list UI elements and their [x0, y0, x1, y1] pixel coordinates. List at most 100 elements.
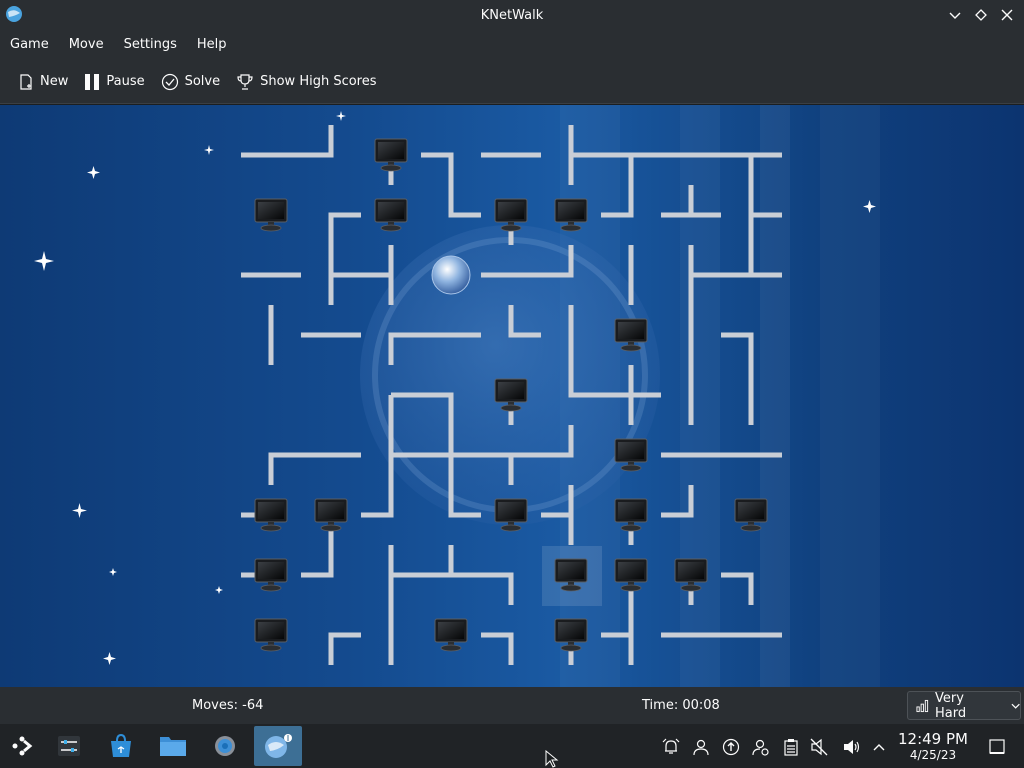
mouse-cursor-icon	[545, 750, 559, 768]
new-game-label: New	[40, 74, 69, 89]
volume-icon[interactable]	[840, 736, 862, 758]
discover-store-button[interactable]	[98, 726, 144, 766]
pause-label: Pause	[106, 74, 145, 89]
bg-stripe	[760, 105, 790, 687]
difficulty-value: Very Hard	[935, 690, 967, 721]
computer-node[interactable]	[434, 618, 468, 652]
close-icon	[1001, 9, 1013, 21]
trophy-icon	[237, 73, 253, 90]
chevron-up-icon	[873, 744, 885, 751]
pipe	[421, 152, 481, 218]
speaker-muted-icon	[810, 738, 828, 756]
updates-icon[interactable]	[720, 736, 742, 758]
chevron-down-icon	[949, 12, 961, 19]
menu-settings[interactable]: Settings	[114, 30, 187, 60]
user-settings-icon	[752, 739, 769, 756]
alarm-bell-icon	[662, 738, 680, 754]
computer-node[interactable]	[254, 198, 288, 232]
show-desktop-button[interactable]	[986, 736, 1008, 758]
file-manager-button[interactable]	[150, 726, 196, 766]
star-icon	[215, 586, 223, 594]
clock-date: 4/25/23	[909, 748, 957, 762]
window-title: KNetWalk	[480, 7, 544, 23]
pipe	[721, 332, 754, 425]
new-game-button[interactable]: New	[10, 66, 76, 98]
game-board-canvas	[34, 105, 880, 687]
shopping-bag-icon	[111, 733, 131, 757]
pipe	[391, 545, 514, 605]
clipboard-list-icon	[784, 739, 798, 756]
star-icon	[34, 251, 54, 271]
game-board[interactable]	[0, 105, 1024, 687]
pipe	[241, 125, 334, 158]
star-icon	[87, 166, 100, 179]
computer-node[interactable]	[374, 138, 408, 172]
new-document-icon	[20, 73, 32, 90]
maximize-button[interactable]	[970, 4, 992, 26]
pipe	[361, 455, 394, 518]
menu-move[interactable]: Move	[59, 30, 114, 60]
solve-label: Solve	[184, 74, 221, 89]
gear-icon	[215, 736, 235, 756]
steamdeck-launcher-icon	[12, 736, 33, 756]
difficulty-select[interactable]: Very Hard	[907, 690, 1021, 721]
toolbar: New Pause Solve Show High Scores	[0, 60, 1024, 104]
knetwalk-icon	[265, 734, 292, 758]
title-bar: KNetWalk	[0, 0, 1024, 30]
pipe	[328, 632, 361, 665]
computer-node[interactable]	[314, 498, 348, 532]
star-icon	[336, 111, 346, 121]
kdeconnect-icon[interactable]	[750, 736, 772, 758]
pipe	[481, 632, 514, 665]
menu-bar: Game Move Settings Help	[0, 30, 1024, 60]
status-bar: Moves: -64 Time: 00:08 Very Hard	[0, 687, 1024, 724]
notifications-icon[interactable]	[660, 736, 682, 758]
minimize-button[interactable]	[944, 4, 966, 26]
menu-game[interactable]: Game	[0, 30, 59, 60]
solve-button[interactable]: Solve	[153, 66, 229, 98]
menu-help[interactable]: Help	[187, 30, 237, 60]
clock[interactable]: 12:49 PM 4/25/23	[896, 730, 970, 762]
taskbar: 12:49 PM 4/25/23	[0, 724, 1024, 768]
update-arrow-icon	[722, 738, 740, 756]
star-icon	[72, 503, 87, 518]
pipe	[331, 245, 394, 305]
computer-node[interactable]	[254, 498, 288, 532]
settings-app-button[interactable]	[46, 726, 92, 766]
computer-node[interactable]	[494, 498, 528, 532]
computer-node[interactable]	[254, 618, 288, 652]
computer-node[interactable]	[254, 558, 288, 592]
signal-bars-icon	[916, 699, 929, 712]
pause-button[interactable]: Pause	[76, 66, 152, 98]
desktop-icon	[989, 739, 1005, 754]
system-settings-button[interactable]	[202, 726, 248, 766]
knetwalk-task-button[interactable]	[254, 726, 302, 766]
chevron-down-icon	[1011, 703, 1020, 709]
app-launcher-button[interactable]	[0, 726, 46, 766]
user-icon[interactable]	[690, 736, 712, 758]
pause-icon	[85, 73, 100, 90]
star-icon	[109, 568, 117, 576]
person-icon	[693, 739, 709, 756]
show-high-scores-label: Show High Scores	[260, 74, 377, 89]
check-circle-icon	[161, 73, 178, 90]
tray-expand-button[interactable]	[868, 736, 890, 758]
folder-icon	[160, 737, 186, 756]
clipboard-icon[interactable]	[780, 736, 802, 758]
speaker-icon	[844, 740, 860, 754]
diamond-icon	[975, 9, 987, 21]
close-button[interactable]	[996, 4, 1018, 26]
pipe	[301, 545, 334, 578]
audio-muted-icon[interactable]	[808, 736, 830, 758]
star-icon	[204, 145, 214, 155]
knetwalk-app-icon[interactable]	[4, 4, 24, 24]
clock-time: 12:49 PM	[898, 730, 968, 748]
pipe	[328, 212, 361, 305]
computer-node[interactable]	[374, 198, 408, 232]
moves-counter: Moves: -64	[192, 698, 264, 713]
bg-stripe	[820, 105, 880, 687]
server-node[interactable]	[431, 255, 471, 295]
show-high-scores-button[interactable]: Show High Scores	[228, 66, 384, 98]
time-display: Time: 00:08	[642, 698, 720, 713]
pipe	[721, 572, 754, 605]
